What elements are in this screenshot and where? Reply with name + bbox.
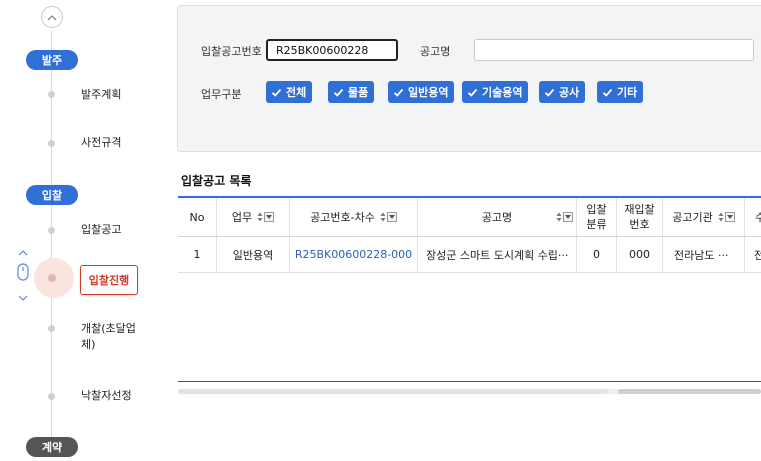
col-header-agency[interactable]: 공고기관 (663, 198, 745, 236)
sort-icon[interactable] (718, 212, 724, 222)
check-icon (393, 88, 404, 97)
cell-bid-no-link[interactable]: R25BK00600228-000 (290, 237, 418, 272)
collapse-button[interactable] (41, 6, 63, 28)
mouse-scroll-icon (17, 250, 29, 301)
cell-work: 일반용역 (217, 237, 290, 272)
category-general-service-checkbox[interactable]: 일반용역 (388, 81, 455, 103)
process-rail: 발주 발주계획 사전규격 입찰 입찰공고 입찰진행 개찰(초달업체) 낙찰자선정… (0, 0, 170, 461)
check-icon (602, 88, 613, 97)
stage-bid[interactable]: 입찰 (26, 185, 78, 205)
check-icon (333, 88, 344, 97)
col-header-work[interactable]: 업무 (217, 198, 290, 236)
grid-bottom-border (178, 381, 761, 382)
col-header-no[interactable]: No (178, 198, 217, 236)
step-dot (48, 325, 55, 332)
cell-no: 1 (178, 237, 217, 272)
filter-dropdown-icon[interactable] (724, 212, 735, 222)
cell-bid-class: 0 (577, 237, 617, 272)
bid-name-label: 공고명 (420, 45, 451, 58)
category-label-text: 물품 (348, 86, 369, 99)
search-panel: 입찰공고번호 공고명 업무구분 전체 물품 일반용역 기술용역 공사 기타 (177, 5, 761, 152)
check-icon (544, 88, 555, 97)
col-header-bid-class[interactable]: 입찰 분류 (577, 198, 617, 236)
col-header-extra[interactable]: 수 (745, 198, 761, 236)
stage-contract[interactable]: 계약 (26, 437, 78, 457)
bid-no-label: 입찰공고번호 (201, 45, 262, 58)
col-header-bid-name[interactable]: 공고명 (418, 198, 577, 236)
bid-name-input[interactable] (474, 39, 754, 61)
bid-no-input[interactable] (266, 39, 398, 61)
cell-extra: 전 (754, 248, 761, 262)
category-label-text: 기타 (617, 86, 638, 99)
filter-dropdown-icon[interactable] (264, 212, 275, 222)
col-header-rebid-no[interactable]: 재입찰 번호 (617, 198, 663, 236)
stage-order[interactable]: 발주 (26, 50, 78, 70)
active-step-dot (48, 274, 56, 282)
category-label-text: 전체 (286, 86, 307, 99)
step-pre-spec[interactable]: 사전규격 (81, 135, 121, 151)
sort-icon[interactable] (556, 212, 562, 222)
category-label-text: 기술용역 (482, 86, 523, 99)
grid-header: No 업무 공고번호-차수 공고명 입찰 분류 재입찰 번호 공고기관 수 (178, 198, 761, 237)
filter-dropdown-icon[interactable] (563, 212, 573, 222)
horizontal-scrollbar[interactable] (178, 389, 761, 394)
category-all-checkbox[interactable]: 전체 (266, 81, 313, 103)
grid-title: 입찰공고 목록 (181, 174, 252, 188)
scrollbar-track-segment (178, 389, 608, 394)
step-bid-notice[interactable]: 입찰공고 (81, 222, 121, 238)
step-opening[interactable]: 개찰(초달업체) (81, 321, 149, 353)
sort-icon[interactable] (380, 212, 386, 222)
table-row[interactable]: 1 일반용역 R25BK00600228-000 장성군 스마트 도시계획 수립… (178, 237, 761, 273)
col-header-bid-no[interactable]: 공고번호-차수 (290, 198, 418, 236)
step-dot (48, 227, 55, 234)
category-label: 업무구분 (201, 88, 242, 101)
step-order-plan[interactable]: 발주계획 (81, 87, 121, 103)
check-icon (467, 88, 478, 97)
sort-icon[interactable] (257, 212, 263, 222)
filter-dropdown-icon[interactable] (386, 212, 397, 222)
scroll-hint (13, 248, 33, 304)
category-construction-checkbox[interactable]: 공사 (539, 81, 586, 103)
category-label-text: 일반용역 (408, 86, 449, 99)
step-dot (48, 140, 55, 147)
cell-bid-name[interactable]: 장성군 스마트 도시계획 수립··· (418, 237, 577, 272)
check-icon (271, 88, 282, 97)
step-dot (48, 393, 55, 400)
scrollbar-thumb[interactable] (618, 389, 761, 394)
cell-agency: 전라남도 ··· (663, 237, 745, 272)
category-etc-checkbox[interactable]: 기타 (597, 81, 644, 103)
chevron-up-icon (47, 14, 57, 20)
step-bid-progress[interactable]: 입찰진행 (80, 265, 138, 295)
category-label-text: 공사 (559, 86, 580, 99)
category-goods-checkbox[interactable]: 물품 (328, 81, 375, 103)
category-tech-service-checkbox[interactable]: 기술용역 (462, 81, 529, 103)
step-winner-select[interactable]: 낙찰자선정 (81, 388, 132, 404)
step-dot (48, 91, 55, 98)
cell-rebid-no: 000 (617, 237, 663, 272)
